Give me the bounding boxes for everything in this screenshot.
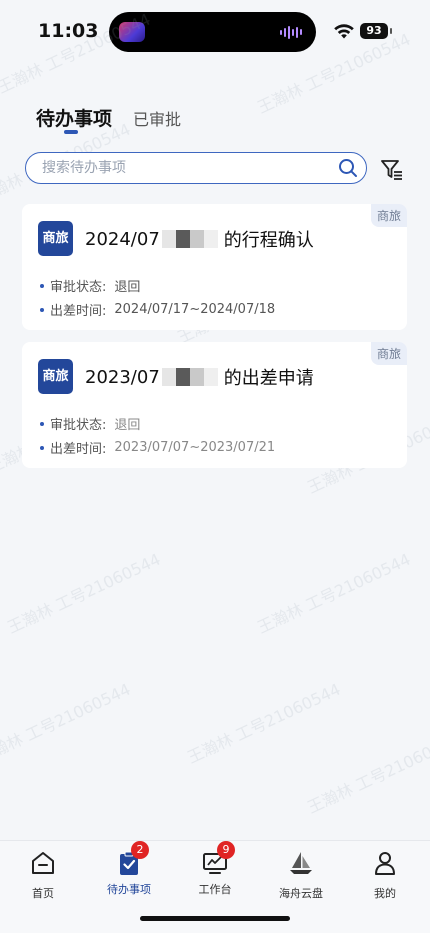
watermark-text: 王瀚林 工号21060544 [184,679,344,768]
nav-cloud-drive-label: 海舟云盘 [279,887,323,900]
task-card[interactable]: 商旅 商旅 2024/07 的行程确认 审批状态: 退回 出差时间: 2024/… [22,204,407,330]
category-badge: 商旅 [370,342,407,365]
business-travel-logo: 商旅 [38,221,73,256]
bullet-dot [40,307,44,312]
nav-workbench-badge: 9 [217,841,235,859]
battery-icon: 93 [360,23,392,39]
nav-home-label: 首页 [32,887,54,900]
live-activity-app-icon [119,22,145,42]
dynamic-island [109,12,316,52]
approval-status-value: 退回 [114,280,141,295]
task-card[interactable]: 商旅 商旅 2023/07 的出差申请 审批状态: 退回 出差时间: 2023/… [22,342,407,468]
task-title-text: 的行程确认 [223,230,314,251]
travel-time-label: 出差时间: [50,442,107,457]
task-title: 2023/07 的出差申请 [85,364,314,390]
travel-time-row: 出差时间: 2023/07/07~2023/07/21 [40,438,275,457]
task-title-text: 的出差申请 [223,368,314,389]
wifi-icon [334,24,354,39]
nav-pending-icon-wrap: 2 [115,841,149,877]
watermark-text: 王瀚林 工号21060544 [254,549,414,638]
watermark-text: 王瀚林 工号21060544 [4,549,164,638]
nav-mine-label: 我的 [374,887,396,900]
audio-wave-icon [280,25,302,39]
approval-status-row: 审批状态: 退回 [40,414,140,433]
travel-time-value: 2023/07/07~2023/07/21 [114,440,276,455]
approval-status-value: 退回 [114,418,141,433]
approval-status-row: 审批状态: 退回 [40,276,140,295]
watermark-text: 王瀚林 工号21060544 [304,729,430,818]
approval-status-label: 审批状态: [50,280,107,295]
travel-time-value: 2024/07/17~2024/07/18 [114,302,276,317]
search-input[interactable] [40,156,334,180]
redacted-name [161,230,218,248]
business-travel-logo: 商旅 [38,359,73,394]
watermark-text: 王瀚林 工号21060544 [0,679,134,768]
bullet-dot [40,283,44,288]
nav-pending[interactable]: 2 待办事项 [89,841,169,897]
home-icon [32,852,54,874]
nav-cloud-drive[interactable]: 海舟云盘 [261,849,341,901]
nav-pending-badge: 2 [131,841,149,859]
nav-pending-label: 待办事项 [107,883,151,896]
redacted-name [161,368,218,386]
bullet-dot [40,445,44,450]
search-box [25,152,367,184]
nav-workbench-icon-wrap: 9 [201,841,235,877]
tab-pending[interactable]: 待办事项 [36,104,113,134]
nav-home[interactable]: 首页 [3,849,83,901]
travel-time-label: 出差时间: [50,304,107,319]
filter-icon[interactable] [380,158,404,182]
bullet-dot [40,421,44,426]
nav-mine[interactable]: 我的 [345,849,425,901]
boat-logo-icon [290,852,312,874]
task-title-date: 2023/07 [85,366,160,388]
category-badge: 商旅 [370,204,407,227]
nav-workbench-label: 工作台 [198,883,232,896]
user-icon [375,852,395,875]
travel-time-row: 出差时间: 2024/07/17~2024/07/18 [40,300,275,319]
task-title-date: 2024/07 [85,228,160,250]
home-indicator[interactable] [140,916,290,921]
task-title: 2024/07 的行程确认 [85,226,314,252]
nav-workbench[interactable]: 9 工作台 [175,841,255,897]
tab-approved[interactable]: 已审批 [133,106,181,130]
status-bar: 11:03 93 [0,0,430,64]
status-time: 11:03 [38,20,99,42]
tab-pending-label: 待办事项 [36,108,113,130]
approval-status-label: 审批状态: [50,418,107,433]
tab-active-indicator [64,130,78,134]
search-icon[interactable] [338,158,358,178]
